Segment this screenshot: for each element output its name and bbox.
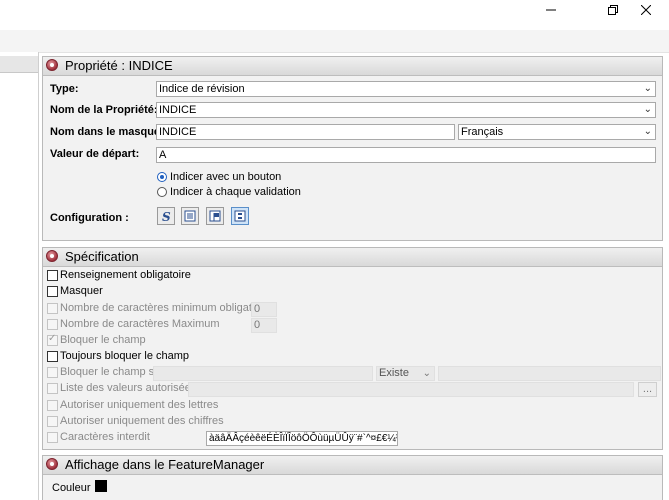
min-chars-label: Nombre de caractères minimum obligatoire… <box>60 302 276 314</box>
hide-checkbox[interactable] <box>47 286 58 297</box>
lock-if-value-input[interactable] <box>438 366 661 381</box>
color-swatch[interactable] <box>95 480 107 492</box>
collapse-bullet-icon[interactable] <box>46 458 58 470</box>
lock-if-label: Bloquer le champ si <box>60 366 157 378</box>
config-list-button[interactable] <box>181 207 199 225</box>
mask-name-input[interactable]: INDICE <box>156 124 455 140</box>
restore-icon <box>608 5 618 15</box>
mask-name-label: Nom dans le masque: <box>50 126 164 138</box>
svg-text:S: S <box>162 210 171 222</box>
left-pane-header <box>0 56 38 73</box>
toolbar-strip <box>0 30 669 53</box>
allowed-list-input[interactable] <box>188 382 634 397</box>
config-flag-button[interactable] <box>206 207 224 225</box>
lock-label: Bloquer le champ <box>60 334 146 346</box>
config-script-button[interactable]: S <box>157 207 175 225</box>
lock-checkbox[interactable] <box>47 333 58 346</box>
index-icon <box>234 210 246 222</box>
script-icon: S <box>162 210 171 222</box>
chevron-down-icon: ⌄ <box>643 83 652 94</box>
specification-panel-header[interactable]: Spécification <box>43 248 662 267</box>
featuremanager-panel-header[interactable]: Affichage dans le FeatureManager <box>43 456 662 475</box>
minimize-icon <box>546 9 556 11</box>
letters-only-checkbox[interactable] <box>47 400 58 411</box>
start-value-label: Valeur de départ: <box>50 148 140 160</box>
letters-only-label: Autoriser uniquement des lettres <box>60 399 219 411</box>
language-value: Français <box>461 126 504 138</box>
always-lock-label: Toujours bloquer le champ <box>60 350 190 362</box>
chevron-down-icon: ⌄ <box>643 104 652 115</box>
max-chars-label: Nombre de caractères Maximum <box>60 318 220 330</box>
hide-label: Masquer <box>60 285 103 297</box>
featuremanager-panel: Affichage dans le FeatureManager <box>42 455 663 500</box>
required-label: Renseignement obligatoire <box>60 269 191 281</box>
close-button[interactable] <box>623 0 669 20</box>
always-lock-checkbox[interactable] <box>47 351 58 362</box>
mask-name-value: INDICE <box>159 126 197 138</box>
min-chars-input[interactable]: 0 <box>251 302 277 317</box>
exists-value: Existe <box>379 367 409 379</box>
property-name-value: INDICE <box>159 104 197 116</box>
minimize-button[interactable] <box>528 0 574 20</box>
radio-index-validation[interactable] <box>157 187 167 197</box>
chevron-down-icon: ⌄ <box>422 368 431 379</box>
lock-if-field-select[interactable] <box>153 366 373 381</box>
max-chars-checkbox[interactable] <box>47 319 58 330</box>
digits-only-label: Autoriser uniquement des chiffres <box>60 415 224 427</box>
start-value: A <box>159 149 167 161</box>
required-checkbox[interactable] <box>47 270 58 281</box>
start-value-input[interactable]: A <box>156 147 656 163</box>
forbidden-chars-checkbox[interactable] <box>47 432 58 443</box>
radio-index-button-label: Indicer avec un bouton <box>170 171 282 183</box>
close-icon <box>641 5 651 15</box>
specification-panel-title: Spécification <box>65 249 139 264</box>
featuremanager-panel-title: Affichage dans le FeatureManager <box>65 457 265 472</box>
window-titlebar <box>0 0 669 30</box>
color-label: Couleur <box>52 482 91 494</box>
property-panel-title: Propriété : INDICE <box>65 58 173 73</box>
list-icon <box>184 210 196 222</box>
forbidden-chars-label: Caractères interdit <box>60 431 150 443</box>
radio-index-button[interactable] <box>157 172 167 182</box>
allowed-list-label: Liste des valeurs autorisées: <box>60 382 200 394</box>
radio-index-validation-label: Indicer à chaque validation <box>170 186 301 198</box>
forbidden-chars-input[interactable]: àäâÄÂçéèêëÉÈÎïÏÎöôÖÔùüµÜÛÿ¨#`^¤£€¼½¾ <box>206 431 398 446</box>
configuration-label: Configuration : <box>50 212 129 224</box>
allowed-list-checkbox[interactable] <box>47 383 58 394</box>
exists-select[interactable]: Existe ⌄ <box>376 366 435 381</box>
property-name-select[interactable]: INDICE ⌄ <box>156 102 656 118</box>
config-index-button[interactable] <box>231 207 249 225</box>
chevron-down-icon: ⌄ <box>643 126 652 137</box>
lock-if-checkbox[interactable] <box>47 367 58 378</box>
type-label: Type: <box>50 83 79 95</box>
language-select[interactable]: Français ⌄ <box>458 124 656 140</box>
browse-button[interactable]: ... <box>638 382 657 397</box>
type-value: Indice de révision <box>159 83 245 95</box>
min-chars-checkbox[interactable] <box>47 303 58 314</box>
flag-icon <box>209 210 221 222</box>
collapse-bullet-icon[interactable] <box>46 59 58 71</box>
max-chars-input[interactable]: 0 <box>251 318 277 333</box>
collapse-bullet-icon[interactable] <box>46 250 58 262</box>
property-name-label: Nom de la Propriété: <box>50 104 158 116</box>
digits-only-checkbox[interactable] <box>47 416 58 427</box>
type-select[interactable]: Indice de révision ⌄ <box>156 81 656 97</box>
property-panel-header[interactable]: Propriété : INDICE <box>43 57 662 76</box>
left-pane <box>0 52 39 500</box>
